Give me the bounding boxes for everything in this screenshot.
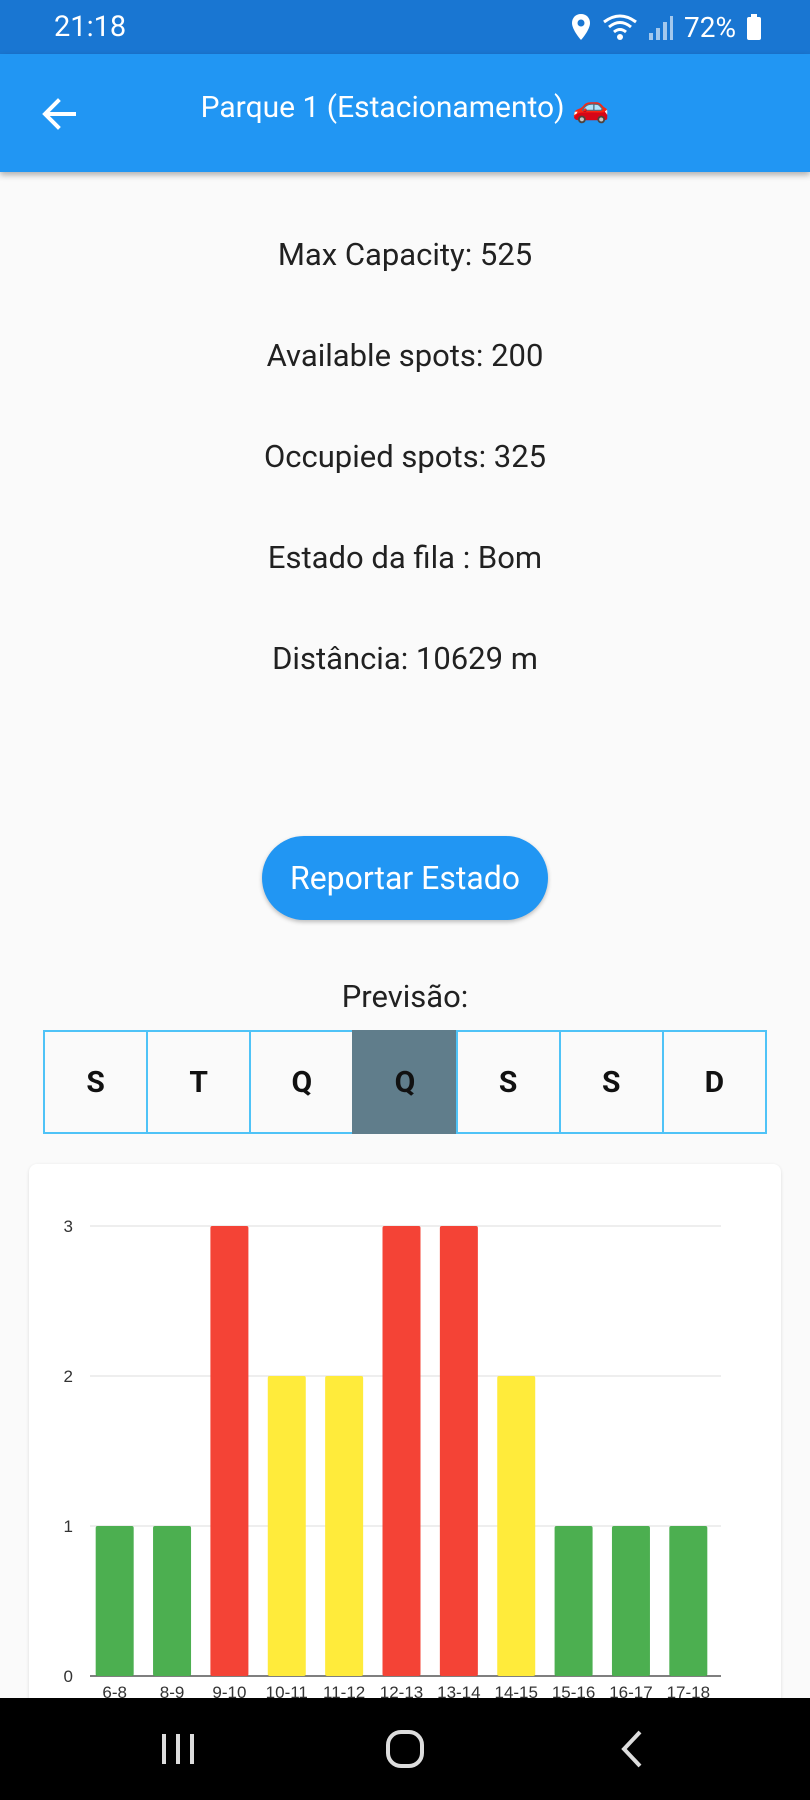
forecast-bar-chart: 01236-8 8-9 9-10 10-11 11-12 12-13 13-14 14-15 1… bbox=[64, 1217, 721, 1702]
bar-13-14[interactable] bbox=[439, 1226, 478, 1676]
status-time: 21:18 bbox=[54, 10, 127, 44]
report-state-button[interactable]: Reportar Estado bbox=[262, 836, 548, 920]
day-tab-thursday[interactable]: Q bbox=[352, 1030, 458, 1134]
bar-9-10[interactable] bbox=[210, 1226, 249, 1676]
recent-apps-button[interactable] bbox=[148, 1724, 208, 1774]
day-tab-monday[interactable]: S bbox=[43, 1030, 149, 1134]
y-tick-label: 3 bbox=[64, 1217, 73, 1236]
max-capacity-text: Max Capacity: 525 bbox=[277, 236, 533, 273]
bar-8-9[interactable] bbox=[153, 1526, 192, 1676]
page-title: Parque 1 (Estacionamento) 🚗 bbox=[200, 90, 610, 125]
day-tab-friday[interactable]: S bbox=[455, 1030, 561, 1134]
day-tab-wednesday[interactable]: Q bbox=[249, 1030, 355, 1134]
bar-16-17[interactable] bbox=[611, 1526, 650, 1676]
recent-apps-icon bbox=[162, 1734, 194, 1764]
y-tick-label: 0 bbox=[64, 1667, 73, 1686]
bar-14-15[interactable] bbox=[497, 1376, 536, 1676]
system-nav-bar bbox=[0, 1698, 810, 1800]
day-selector: S T Q Q S S D bbox=[43, 1030, 767, 1134]
distance-text: Distância: 10629 m bbox=[272, 640, 538, 677]
battery-icon bbox=[747, 14, 761, 40]
queue-state-text: Estado da fila : Bom bbox=[267, 539, 543, 576]
forecast-chart-card: 0 1 2 3 6-8 8-9 9-10 10-11 11-12 12-13 13-14 14-15 1… bbox=[29, 1164, 781, 1724]
back-nav-icon bbox=[621, 1730, 642, 1768]
bar-15-16[interactable] bbox=[554, 1526, 593, 1676]
location-icon bbox=[572, 14, 591, 40]
home-button[interactable] bbox=[375, 1724, 435, 1774]
bar-12-13[interactable] bbox=[382, 1226, 421, 1676]
bar-11-12[interactable] bbox=[325, 1376, 364, 1676]
bar-10-11[interactable] bbox=[267, 1376, 306, 1676]
y-tick-label: 1 bbox=[64, 1517, 73, 1536]
wifi-icon bbox=[603, 14, 637, 40]
y-tick-label: 2 bbox=[64, 1367, 73, 1386]
bar-17-18[interactable] bbox=[669, 1526, 708, 1676]
status-icons: 72% bbox=[570, 10, 762, 44]
day-tab-saturday[interactable]: S bbox=[558, 1030, 664, 1134]
available-spots-text: Available spots: 200 bbox=[266, 337, 544, 374]
occupied-spots-text: Occupied spots: 325 bbox=[263, 438, 547, 475]
bar-6-8[interactable] bbox=[95, 1526, 134, 1676]
home-icon bbox=[386, 1730, 424, 1768]
status-bar: 21:18 72% bbox=[0, 0, 810, 54]
day-tab-sunday[interactable]: D bbox=[661, 1030, 767, 1134]
back-nav-button[interactable] bbox=[604, 1724, 664, 1774]
forecast-label: Previsão: bbox=[341, 978, 469, 1015]
signal-icon bbox=[649, 16, 674, 40]
day-tab-tuesday[interactable]: T bbox=[146, 1030, 252, 1134]
battery-percent: 72% bbox=[684, 10, 736, 44]
app-bar: Parque 1 (Estacionamento) 🚗 bbox=[0, 54, 810, 172]
